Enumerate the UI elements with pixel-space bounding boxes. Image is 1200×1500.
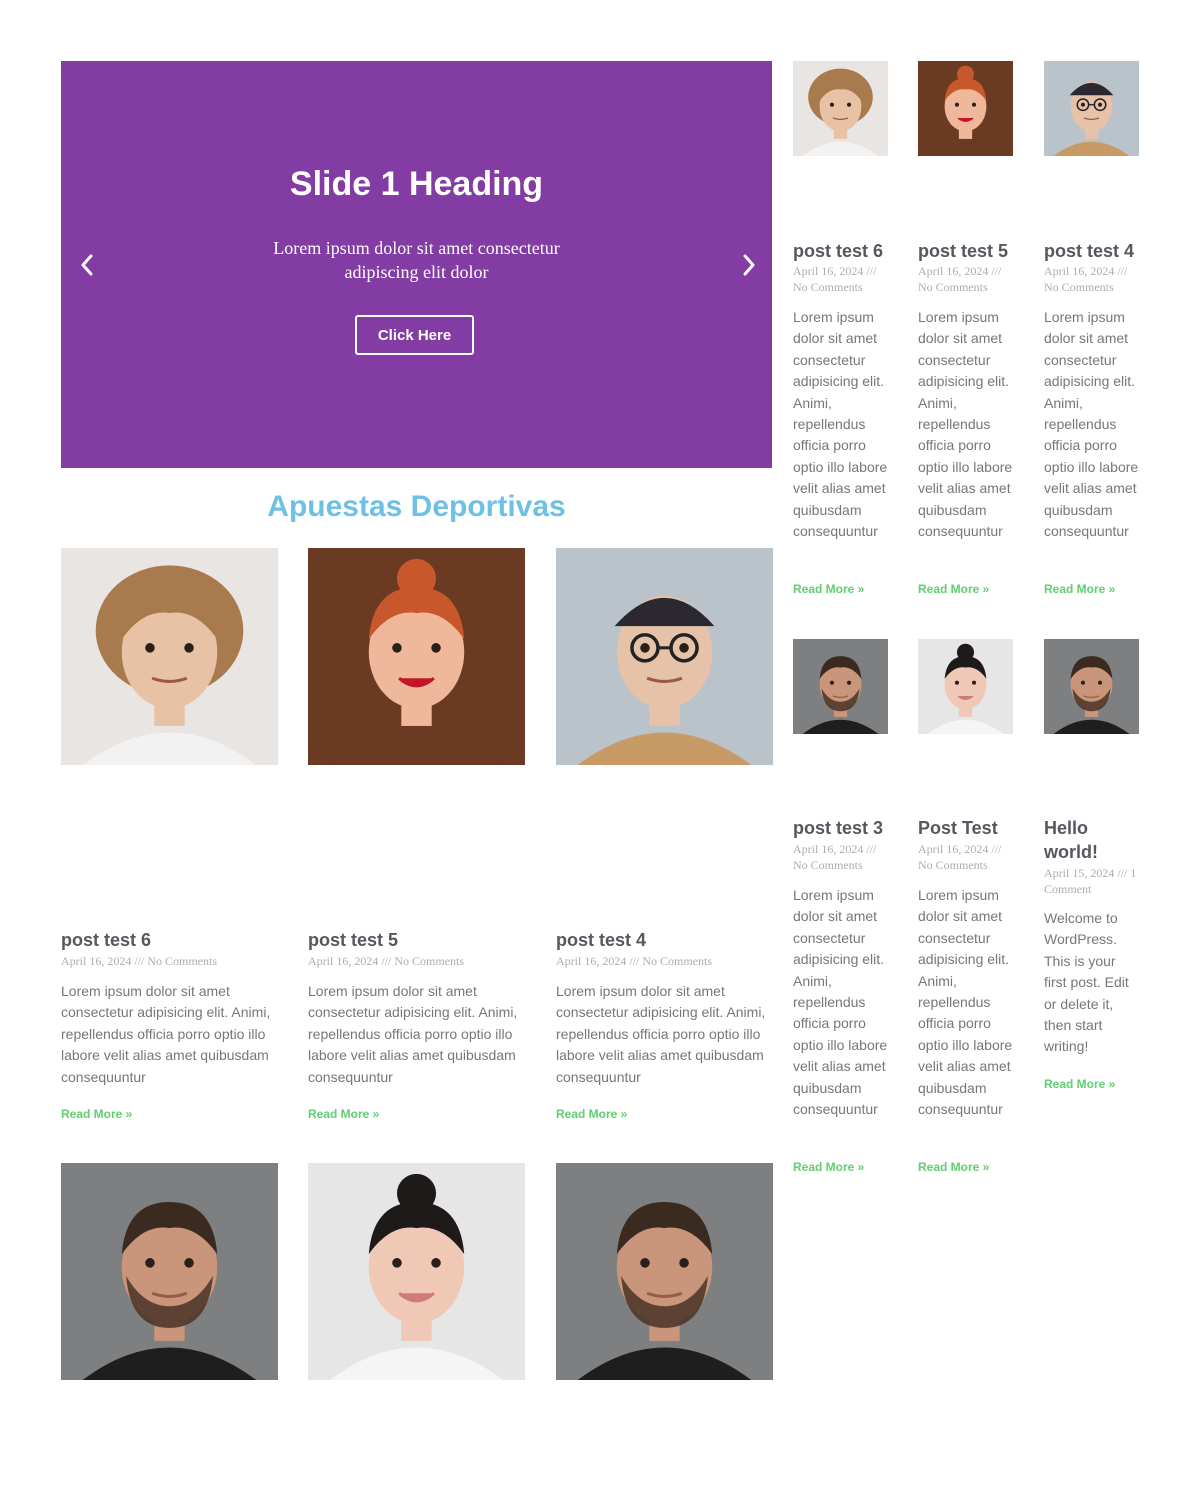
post-thumbnail[interactable] <box>556 1163 773 1380</box>
post-excerpt: Lorem ipsum dolor sit amet consectetur a… <box>793 309 888 540</box>
post-excerpt: Lorem ipsum dolor sit amet consectetur a… <box>61 983 271 1085</box>
post-meta: April 16, 2024 /// No Comments <box>61 954 217 968</box>
post-excerpt: Lorem ipsum dolor sit amet consectetur a… <box>556 983 766 1085</box>
post-excerpt: Lorem ipsum dolor sit amet consectetur a… <box>918 309 1013 540</box>
post-title[interactable]: post test 3 <box>793 816 893 840</box>
section-title: Apuestas Deportivas <box>267 490 566 523</box>
post-title[interactable]: post test 6 <box>61 929 151 951</box>
post-meta: April 16, 2024 /// No Comments <box>556 954 712 968</box>
post-meta: April 16, 2024 /// No Comments <box>918 842 1002 872</box>
post-meta: April 16, 2024 /// No Comments <box>1044 264 1128 294</box>
read-more-link[interactable]: Read More » <box>556 1107 627 1121</box>
post-meta: April 16, 2024 /// No Comments <box>793 842 877 872</box>
post-excerpt: Lorem ipsum dolor sit amet consectetur a… <box>1044 309 1139 540</box>
slide-description: Lorem ipsum dolor sit amet consectetur a… <box>273 238 560 282</box>
read-more-link[interactable]: Read More » <box>61 1107 132 1121</box>
read-more-link[interactable]: Read More » <box>793 1160 864 1174</box>
post-thumbnail[interactable] <box>556 548 773 765</box>
read-more-link[interactable]: Read More » <box>918 1160 989 1174</box>
read-more-link[interactable]: Read More » <box>1044 1077 1115 1091</box>
post-thumbnail[interactable] <box>1044 639 1139 734</box>
post-thumbnail[interactable] <box>308 548 525 765</box>
post-title[interactable]: post test 6 <box>793 239 893 263</box>
post-thumbnail[interactable] <box>61 548 278 765</box>
post-title[interactable]: post test 4 <box>556 929 646 951</box>
post-meta: April 16, 2024 /// No Comments <box>793 264 877 294</box>
post-excerpt: Lorem ipsum dolor sit amet consectetur a… <box>918 887 1013 1118</box>
post-title[interactable]: Post Test <box>918 816 1018 840</box>
post-thumbnail[interactable] <box>918 639 1013 734</box>
slide-heading: Slide 1 Heading <box>289 165 544 203</box>
post-thumbnail[interactable] <box>61 1163 278 1380</box>
read-more-link[interactable]: Read More » <box>1044 582 1115 596</box>
read-more-link[interactable]: Read More » <box>918 582 989 596</box>
slide-cta-button[interactable]: Click Here <box>355 315 474 355</box>
post-thumbnail[interactable] <box>793 639 888 734</box>
post-title[interactable]: post test 5 <box>308 929 398 951</box>
post-meta: April 16, 2024 /// No Comments <box>918 264 1002 294</box>
post-title[interactable]: Hello world! <box>1044 816 1114 864</box>
post-thumbnail[interactable] <box>918 61 1013 156</box>
post-excerpt: Lorem ipsum dolor sit amet consectetur a… <box>793 887 888 1118</box>
post-meta: April 15, 2024 /// 1 Comment <box>1044 866 1137 896</box>
hero-slider: Slide 1 Heading Lorem ipsum dolor sit am… <box>61 61 772 468</box>
post-excerpt: Lorem ipsum dolor sit amet consectetur a… <box>308 983 518 1085</box>
post-title[interactable]: post test 5 <box>918 239 1018 263</box>
post-title[interactable]: post test 4 <box>1044 239 1144 263</box>
slider-prev-arrow-icon[interactable] <box>75 251 99 279</box>
post-thumbnail[interactable] <box>308 1163 525 1380</box>
post-excerpt: Welcome to WordPress. This is your first… <box>1044 910 1129 1055</box>
read-more-link[interactable]: Read More » <box>793 582 864 596</box>
slider-next-arrow-icon[interactable] <box>737 251 761 279</box>
post-meta: April 16, 2024 /// No Comments <box>308 954 464 968</box>
post-thumbnail[interactable] <box>793 61 888 156</box>
read-more-link[interactable]: Read More » <box>308 1107 379 1121</box>
post-thumbnail[interactable] <box>1044 61 1139 156</box>
